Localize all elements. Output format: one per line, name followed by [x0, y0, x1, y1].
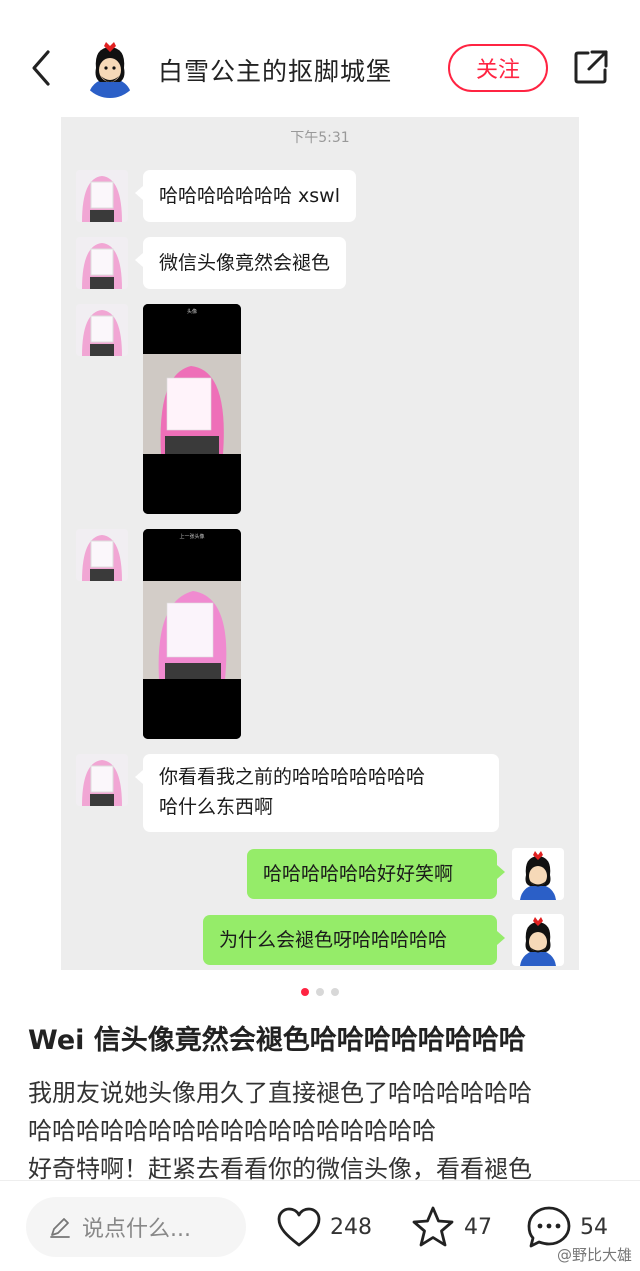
- friend-avatar: [76, 754, 128, 806]
- chat-bubble-line: 你看看我之前的哈哈哈哈哈哈哈: [159, 766, 426, 788]
- comment-count: 54: [580, 1214, 608, 1240]
- chat-bubble-self: 哈哈哈哈哈哈好好笑啊: [247, 849, 505, 899]
- chat-image-avatar-screenshot[interactable]: 头像: [143, 304, 241, 514]
- carousel-dot-active[interactable]: [301, 988, 309, 996]
- image-caption: 上一张头像: [179, 533, 204, 540]
- like-button[interactable]: 248: [276, 1205, 372, 1249]
- comment-placeholder: 说点什么...: [82, 1217, 191, 1242]
- friend-avatar: [76, 170, 128, 222]
- chat-bubble-friend: 微信头像竟然会褪色: [134, 237, 347, 289]
- carousel-dot[interactable]: [331, 988, 339, 996]
- comment-input[interactable]: 说点什么...: [26, 1197, 246, 1257]
- back-button[interactable]: [26, 46, 56, 90]
- note-description-line: 好奇特啊！赶紧去看看你的微信头像，看看褪色: [28, 1155, 532, 1180]
- author-avatar[interactable]: [80, 38, 140, 98]
- bottom-action-bar: 说点什么... 248 47 54 @野比大雄: [0, 1180, 640, 1271]
- note-description-line: 哈哈哈哈哈哈哈哈哈哈哈哈哈哈哈哈哈: [28, 1117, 436, 1145]
- chat-timestamp: 下午5:31: [290, 130, 350, 146]
- heart-icon: [277, 1207, 321, 1247]
- pencil-icon: [50, 1218, 70, 1238]
- friend-avatar: [76, 304, 128, 356]
- collect-count: 47: [464, 1214, 492, 1240]
- share-button[interactable]: [572, 48, 610, 86]
- chat-bubble-friend: 哈哈哈哈哈哈哈 xswl: [134, 170, 357, 222]
- chat-bubble-self: 为什么会褪色呀哈哈哈哈哈: [203, 915, 505, 965]
- note-title: Wei 信头像竟然会褪色哈哈哈哈哈哈哈哈: [28, 1025, 526, 1056]
- follow-button[interactable]: 关注: [448, 44, 548, 92]
- comment-icon: [527, 1206, 571, 1248]
- share-icon: [574, 50, 608, 84]
- back-chevron-icon: [32, 50, 50, 86]
- image-caption: 头像: [187, 308, 197, 315]
- author-name[interactable]: 白雪公主的抠脚城堡: [158, 52, 392, 88]
- note-description-line: 我朋友说她头像用久了直接褪色了哈哈哈哈哈哈: [28, 1079, 532, 1107]
- self-avatar: [512, 848, 564, 900]
- friend-avatar: [76, 237, 128, 289]
- like-count: 248: [330, 1214, 372, 1240]
- star-icon: [412, 1206, 454, 1247]
- snow-white-avatar-icon: [80, 38, 140, 98]
- watermark: @野比大雄: [556, 1246, 632, 1264]
- note-header: 白雪公主的抠脚城堡 关注: [0, 0, 640, 118]
- chat-screenshot-image[interactable]: 下午5:31 哈哈哈哈哈哈哈 xswl 微信头像竟然会褪色 头像 上一张头像 你…: [61, 117, 579, 970]
- collect-button[interactable]: 47: [410, 1205, 492, 1249]
- chat-bubble-friend: 你看看我之前的哈哈哈哈哈哈哈 哈什么东西啊: [135, 754, 499, 832]
- comment-button[interactable]: 54: [526, 1205, 608, 1249]
- carousel-dot[interactable]: [316, 988, 324, 996]
- self-avatar: [512, 914, 564, 966]
- friend-avatar: [76, 529, 128, 581]
- note-description: 我朋友说她头像用久了直接褪色了哈哈哈哈哈哈 哈哈哈哈哈哈哈哈哈哈哈哈哈哈哈哈哈 …: [28, 1074, 618, 1180]
- chat-image-previous-avatar-screenshot[interactable]: 上一张头像: [143, 529, 241, 739]
- carousel-indicator: [0, 988, 640, 996]
- chat-bubble-line: 哈什么东西啊: [159, 796, 274, 818]
